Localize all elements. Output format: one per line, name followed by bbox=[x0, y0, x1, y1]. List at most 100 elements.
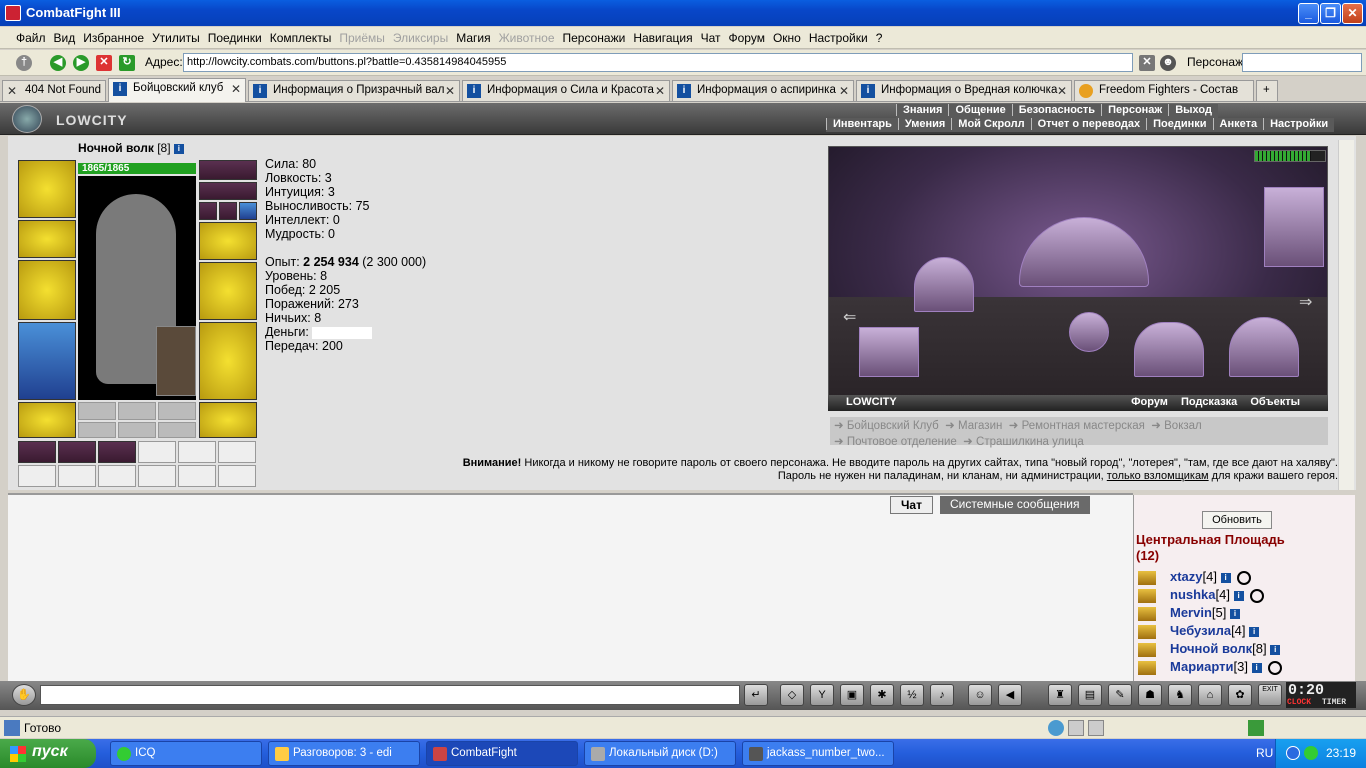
online-user[interactable]: nushka[4] i bbox=[1138, 587, 1264, 603]
scene-hint-link[interactable]: Подсказка bbox=[1181, 396, 1237, 408]
game-nav-item[interactable]: Мой Скролл bbox=[951, 118, 1030, 130]
menu-item[interactable]: Чат bbox=[697, 27, 725, 45]
online-user[interactable]: Ночной волк[8] i bbox=[1138, 641, 1281, 657]
menu-item[interactable]: Избранное bbox=[79, 27, 148, 45]
scroll-slot[interactable] bbox=[58, 465, 96, 487]
post-office-building[interactable] bbox=[859, 327, 919, 377]
task-icq[interactable]: ICQ bbox=[110, 741, 262, 766]
language-indicator[interactable]: RU bbox=[1256, 746, 1273, 760]
close-icon[interactable]: ✕ bbox=[7, 84, 17, 98]
game-nav-item[interactable]: Настройки bbox=[1263, 118, 1334, 130]
pin-icon[interactable]: † bbox=[16, 55, 32, 71]
clear-icon[interactable]: ✕ bbox=[1139, 55, 1155, 71]
empty-slot[interactable] bbox=[158, 402, 196, 420]
mask-icon[interactable]: ☗ bbox=[1138, 684, 1162, 706]
house-icon[interactable]: ⌂ bbox=[1198, 684, 1222, 706]
menu-item[interactable]: Приёмы bbox=[335, 27, 389, 45]
helmet-slot[interactable] bbox=[18, 160, 76, 218]
fight-club-building[interactable] bbox=[1019, 217, 1149, 287]
info-icon[interactable]: i bbox=[1249, 626, 1260, 637]
close-icon[interactable]: ✕ bbox=[1057, 84, 1067, 98]
maximize-button[interactable]: ❐ bbox=[1320, 3, 1341, 24]
tray-arrow-icon[interactable] bbox=[1286, 746, 1300, 760]
scroll-slot[interactable] bbox=[98, 465, 136, 487]
earring-slot[interactable] bbox=[199, 160, 257, 180]
info-icon[interactable]: i bbox=[1220, 572, 1231, 583]
scroll-slot[interactable] bbox=[58, 441, 96, 463]
exit-post-office[interactable]: Почтовое отделение bbox=[847, 436, 957, 448]
exit-fight-club[interactable]: Бойцовский Клуб bbox=[847, 420, 939, 432]
exit-shop[interactable]: Магазин bbox=[958, 420, 1002, 432]
empty-slot[interactable] bbox=[78, 402, 116, 420]
warning-link[interactable]: только взломщикам bbox=[1107, 470, 1209, 482]
helmet-icon[interactable]: ♞ bbox=[1168, 684, 1192, 706]
game-nav-item[interactable]: Умения bbox=[897, 118, 951, 130]
menu-item[interactable]: Персонажи bbox=[559, 27, 630, 45]
online-user[interactable]: Чебузила[4] i bbox=[1138, 623, 1260, 639]
filter-icon[interactable]: Y bbox=[810, 684, 834, 706]
menu-item[interactable]: Комплекты bbox=[266, 27, 336, 45]
info-icon[interactable]: i bbox=[1233, 590, 1244, 601]
exit-station[interactable]: Вокзал bbox=[1164, 420, 1202, 432]
refresh-icon[interactable]: ↻ bbox=[119, 55, 135, 71]
user-name[interactable]: Чебузила bbox=[1170, 623, 1231, 638]
chat-window[interactable] bbox=[8, 493, 1133, 681]
tab-info-4[interactable]: i Информация о Вредная колючка ✕ bbox=[856, 80, 1072, 101]
scroll-slot[interactable] bbox=[18, 441, 56, 463]
chat-mode-icon[interactable]: ✋ bbox=[12, 684, 36, 706]
online-user[interactable]: xtazy[4] i bbox=[1138, 569, 1251, 585]
gloves-slot[interactable] bbox=[199, 222, 257, 260]
belt-slot[interactable] bbox=[18, 402, 76, 438]
exit-scary-street[interactable]: Страшилкина улица bbox=[976, 436, 1084, 448]
online-user[interactable]: Mervin[5] i bbox=[1138, 605, 1240, 621]
users-icon[interactable]: ☻ bbox=[1160, 55, 1176, 71]
menu-item[interactable]: Эликсиры bbox=[389, 27, 452, 45]
game-nav-item[interactable]: Знания bbox=[896, 104, 948, 116]
pet-image[interactable] bbox=[156, 326, 196, 396]
shield-slot[interactable] bbox=[199, 262, 257, 320]
smiley-icon[interactable]: ☺ bbox=[968, 684, 992, 706]
sync-icon[interactable] bbox=[1248, 720, 1264, 736]
user-name[interactable]: Mervin bbox=[1170, 605, 1212, 620]
tab-info-1[interactable]: i Информация о Призрачный вал ✕ bbox=[248, 80, 460, 101]
minimize-button[interactable]: _ bbox=[1298, 3, 1319, 24]
task-jackass[interactable]: jackass_number_two... bbox=[742, 741, 894, 766]
persona-select[interactable] bbox=[1242, 53, 1362, 72]
sound-icon[interactable]: ♪ bbox=[930, 684, 954, 706]
close-button[interactable]: ✕ bbox=[1342, 3, 1363, 24]
fountain[interactable] bbox=[1069, 312, 1109, 352]
menu-item[interactable]: Животное bbox=[495, 27, 559, 45]
boots-slot[interactable] bbox=[199, 402, 257, 438]
user-name[interactable]: nushka bbox=[1170, 587, 1216, 602]
tab-info-2[interactable]: i Информация о Сила и Красота ✕ bbox=[462, 80, 670, 101]
legs-slot[interactable] bbox=[199, 322, 257, 400]
bag-icon[interactable]: ♜ bbox=[1048, 684, 1072, 706]
armor-slot[interactable] bbox=[18, 322, 76, 400]
tab-info-3[interactable]: i Информация о аспиринка ✕ bbox=[672, 80, 854, 101]
tab-chat[interactable]: Чат bbox=[890, 496, 933, 514]
game-nav-item[interactable]: Инвентарь bbox=[826, 118, 898, 130]
task-chat[interactable]: Разговоров: 3 - edi bbox=[268, 741, 420, 766]
menu-item[interactable]: Настройки bbox=[805, 27, 872, 45]
empty-scroll-slot[interactable] bbox=[218, 465, 256, 487]
empty-slot[interactable] bbox=[118, 402, 156, 420]
menu-item[interactable]: ? bbox=[872, 27, 887, 45]
empty-slot[interactable] bbox=[118, 422, 156, 438]
game-nav-item[interactable]: Персонаж bbox=[1101, 104, 1168, 116]
menu-item[interactable]: Утилиты bbox=[148, 27, 204, 45]
menu-item[interactable]: Навигация bbox=[629, 27, 696, 45]
content-scrollbar[interactable] bbox=[1338, 140, 1354, 490]
arrow-left-icon[interactable]: ⇐ bbox=[843, 307, 856, 327]
amulet-slot[interactable] bbox=[199, 182, 257, 200]
ring-slot-3[interactable] bbox=[239, 202, 257, 220]
close-icon[interactable]: ✕ bbox=[231, 82, 241, 96]
game-nav-item[interactable]: Выход bbox=[1168, 104, 1218, 116]
task-local-disk[interactable]: Локальный диск (D:) bbox=[584, 741, 736, 766]
settings-icon[interactable]: ✿ bbox=[1228, 684, 1252, 706]
scroll-slot[interactable] bbox=[18, 465, 56, 487]
scene-objects-link[interactable]: Объекты bbox=[1250, 396, 1300, 408]
info-icon[interactable]: i bbox=[173, 143, 184, 154]
chat-input[interactable] bbox=[40, 685, 740, 705]
scene-forum-link[interactable]: Форум bbox=[1131, 396, 1168, 408]
menu-item[interactable]: Окно bbox=[769, 27, 805, 45]
